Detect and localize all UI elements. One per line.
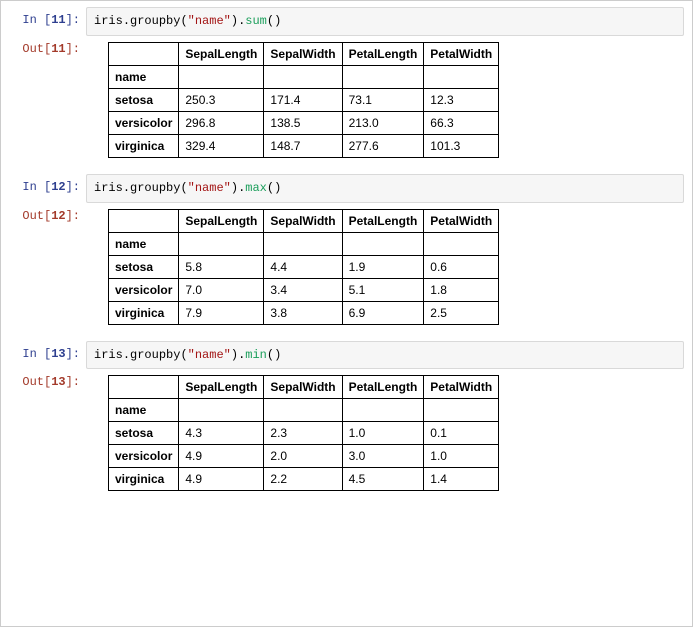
- input-prompt: In [12]:: [1, 174, 86, 196]
- output-prompt: Out[11]:: [1, 36, 86, 58]
- input-prompt: In [13]:: [1, 341, 86, 363]
- notebook-cell: In [13]: iris.groupby("name").min() Out[…: [1, 335, 692, 502]
- code-content: iris.groupby("name").max(): [86, 174, 684, 203]
- table-header-row: SepalLength SepalWidth PetalLength Petal…: [109, 376, 499, 399]
- table-row: virginica329.4148.7277.6101.3: [109, 134, 499, 157]
- table-row: versicolor296.8138.5213.066.3: [109, 111, 499, 134]
- input-prompt: In [11]:: [1, 7, 86, 29]
- table-row: setosa5.84.41.90.6: [109, 255, 499, 278]
- notebook: In [11]: iris.groupby("name").sum() Out[…: [0, 0, 693, 627]
- output-area: SepalLength SepalWidth PetalLength Petal…: [86, 203, 692, 325]
- table-header-row: SepalLength SepalWidth PetalLength Petal…: [109, 209, 499, 232]
- code-input[interactable]: iris.groupby("name").min(): [86, 341, 684, 370]
- table-header-row: SepalLength SepalWidth PetalLength Petal…: [109, 42, 499, 65]
- output-row: Out[11]: SepalLength SepalWidth PetalLen…: [1, 36, 692, 158]
- table-index-name-row: name: [109, 399, 499, 422]
- input-row: In [13]: iris.groupby("name").min(): [1, 341, 692, 370]
- output-area: SepalLength SepalWidth PetalLength Petal…: [86, 36, 692, 158]
- dataframe-table: SepalLength SepalWidth PetalLength Petal…: [108, 42, 499, 158]
- table-row: versicolor7.03.45.11.8: [109, 278, 499, 301]
- output-prompt: Out[12]:: [1, 203, 86, 225]
- input-row: In [12]: iris.groupby("name").max(): [1, 174, 692, 203]
- table-row: virginica4.92.24.51.4: [109, 468, 499, 491]
- output-row: Out[12]: SepalLength SepalWidth PetalLen…: [1, 203, 692, 325]
- output-row: Out[13]: SepalLength SepalWidth PetalLen…: [1, 369, 692, 491]
- dataframe-table: SepalLength SepalWidth PetalLength Petal…: [108, 209, 499, 325]
- code-content: iris.groupby("name").min(): [86, 341, 684, 370]
- table-row: versicolor4.92.03.01.0: [109, 445, 499, 468]
- code-content: iris.groupby("name").sum(): [86, 7, 684, 36]
- output-prompt: Out[13]:: [1, 369, 86, 391]
- input-row: In [11]: iris.groupby("name").sum(): [1, 7, 692, 36]
- output-area: SepalLength SepalWidth PetalLength Petal…: [86, 369, 692, 491]
- code-input[interactable]: iris.groupby("name").max(): [86, 174, 684, 203]
- notebook-cell: In [12]: iris.groupby("name").max() Out[…: [1, 168, 692, 335]
- table-row: setosa4.32.31.00.1: [109, 422, 499, 445]
- table-row: virginica7.93.86.92.5: [109, 301, 499, 324]
- table-row: setosa250.3171.473.112.3: [109, 88, 499, 111]
- code-input[interactable]: iris.groupby("name").sum(): [86, 7, 684, 36]
- table-index-name-row: name: [109, 65, 499, 88]
- notebook-cell: In [11]: iris.groupby("name").sum() Out[…: [1, 1, 692, 168]
- dataframe-table: SepalLength SepalWidth PetalLength Petal…: [108, 375, 499, 491]
- table-index-name-row: name: [109, 232, 499, 255]
